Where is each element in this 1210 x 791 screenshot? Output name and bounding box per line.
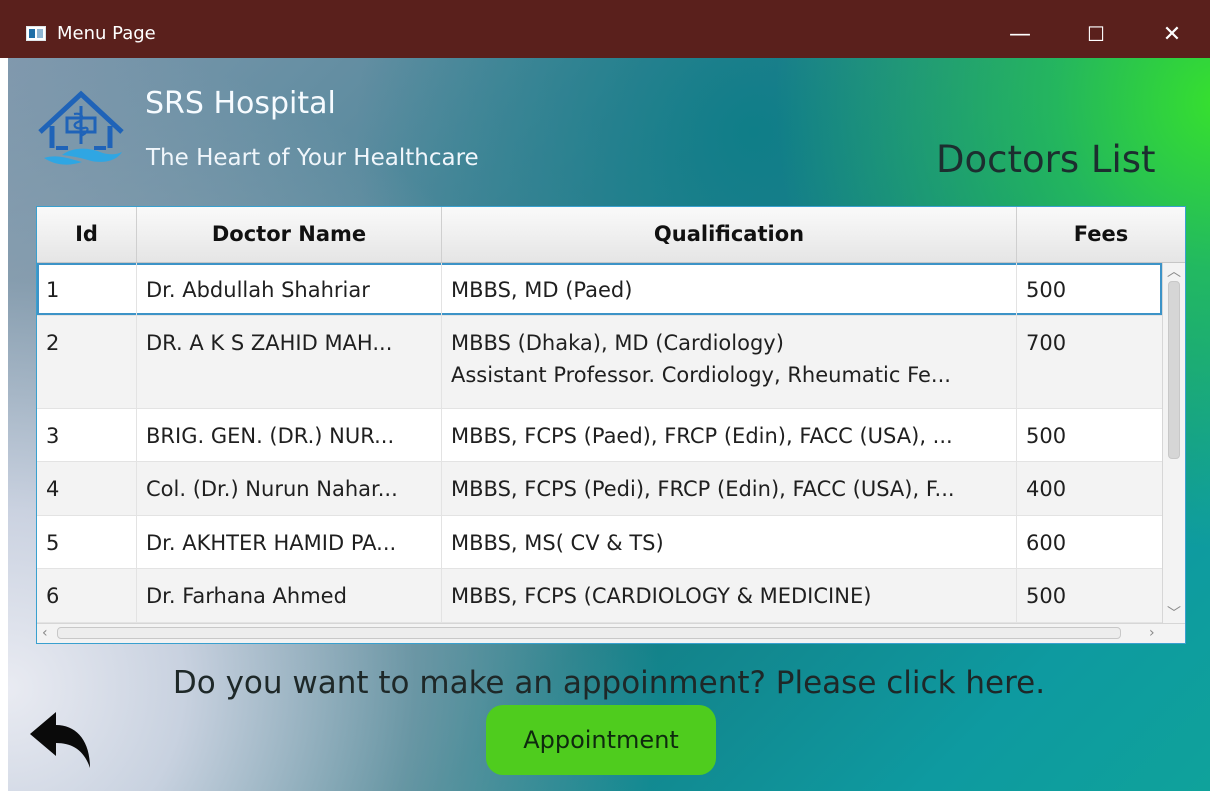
cell-id: 5 xyxy=(37,516,137,568)
cell-fees: 500 xyxy=(1026,584,1067,608)
scroll-down-icon[interactable]: ﹀ xyxy=(1163,607,1185,621)
cell-doctor-name: Dr. Abdullah Shahriar xyxy=(137,263,442,315)
table-row[interactable]: 4 Col. (Dr.) Nurun Nahar... MBBS, FCPS (… xyxy=(37,462,1162,516)
scroll-right-icon[interactable]: › xyxy=(1149,626,1155,640)
app-window: Menu Page — ☐ ✕ SRS Hospital The Heart o… xyxy=(0,0,1210,791)
minimize-icon: — xyxy=(1009,21,1031,47)
minimize-button[interactable]: — xyxy=(998,14,1042,54)
cell-fees: 400 xyxy=(1026,477,1067,501)
table-row[interactable]: 3 BRIG. GEN. (DR.) NUR... MBBS, FCPS (Pa… xyxy=(37,409,1162,462)
title-bar[interactable]: Menu Page — ☐ ✕ xyxy=(0,0,1210,58)
maximize-button[interactable]: ☐ xyxy=(1074,14,1118,54)
vertical-scrollbar[interactable]: ︿ ﹀ xyxy=(1162,263,1185,623)
cell-fees: 500 xyxy=(1026,424,1067,448)
cell-qualification: MBBS, MS( CV & TS) xyxy=(442,516,1017,568)
cell-qualification-line-1: MBBS (Dhaka), MD (Cardiology) xyxy=(451,331,784,355)
column-header-id[interactable]: Id xyxy=(37,207,137,262)
maximize-icon: ☐ xyxy=(1087,22,1105,46)
doctors-table[interactable]: Id Doctor Name Qualification Fees 1 Dr. … xyxy=(36,206,1186,644)
hospital-name: SRS Hospital xyxy=(145,86,336,121)
window-title: Menu Page xyxy=(57,23,156,44)
cell-qualification: MBBS, MD (Paed) xyxy=(442,263,1017,315)
table-row[interactable]: 1 Dr. Abdullah Shahriar MBBS, MD (Paed) … xyxy=(37,263,1162,316)
column-header-fees[interactable]: Fees xyxy=(1017,207,1185,262)
horizontal-scrollbar[interactable]: ‹ › xyxy=(37,623,1185,643)
cell-qualification: MBBS, FCPS (CARDIOLOGY & MEDICINE) xyxy=(442,569,1017,622)
back-arrow-icon[interactable] xyxy=(28,710,94,770)
app-window-icon xyxy=(26,26,46,41)
close-button[interactable]: ✕ xyxy=(1150,14,1194,54)
cell-doctor-name: DR. A K S ZAHID MAH... xyxy=(137,316,442,408)
column-header-qualification[interactable]: Qualification xyxy=(442,207,1017,262)
cell-id: 6 xyxy=(37,569,137,622)
cell-qualification: MBBS, FCPS (Pedi), FRCP (Edin), FACC (US… xyxy=(442,462,1017,515)
table-header: Id Doctor Name Qualification Fees xyxy=(37,207,1185,263)
cell-fees: 500 xyxy=(1026,278,1067,302)
table-row[interactable]: 5 Dr. AKHTER HAMID PA... MBBS, MS( CV & … xyxy=(37,516,1162,569)
vertical-scroll-thumb[interactable] xyxy=(1168,281,1180,459)
cell-fees: 600 xyxy=(1026,531,1067,555)
hospital-tagline: The Heart of Your Healthcare xyxy=(146,145,479,171)
appointment-prompt: Do you want to make an appoinment? Pleas… xyxy=(172,665,1046,701)
cell-doctor-name: Dr. Farhana Ahmed xyxy=(137,569,442,622)
cell-id: 1 xyxy=(37,263,137,315)
cell-qualification-line-2: Assistant Professor. Cordiology, Rheumat… xyxy=(451,363,951,387)
cell-doctor-name: Col. (Dr.) Nurun Nahar... xyxy=(137,462,442,515)
cell-doctor-name: BRIG. GEN. (DR.) NUR... xyxy=(137,409,442,461)
appointment-button[interactable]: Appointment xyxy=(486,705,716,775)
cell-qualification: MBBS (Dhaka), MD (Cardiology) Assistant … xyxy=(442,316,1017,408)
scroll-left-icon[interactable]: ‹ xyxy=(42,626,48,640)
table-row[interactable]: 2 DR. A K S ZAHID MAH... MBBS (Dhaka), M… xyxy=(37,316,1162,409)
page-title: Doctors List xyxy=(936,138,1156,181)
cell-fees: 700 xyxy=(1026,331,1067,355)
scroll-up-icon[interactable]: ︿ xyxy=(1163,265,1185,279)
cell-qualification: MBBS, FCPS (Paed), FRCP (Edin), FACC (US… xyxy=(442,409,1017,461)
cell-id: 3 xyxy=(37,409,137,461)
horizontal-scroll-thumb[interactable] xyxy=(57,627,1121,639)
close-icon: ✕ xyxy=(1162,21,1182,47)
cell-id: 4 xyxy=(37,462,137,515)
cell-doctor-name: Dr. AKHTER HAMID PA... xyxy=(137,516,442,568)
table-row[interactable]: 6 Dr. Farhana Ahmed MBBS, FCPS (CARDIOLO… xyxy=(37,569,1162,623)
cell-id: 2 xyxy=(37,316,137,408)
table-body: 1 Dr. Abdullah Shahriar MBBS, MD (Paed) … xyxy=(37,263,1162,623)
main-content: SRS Hospital The Heart of Your Healthcar… xyxy=(8,58,1210,791)
hospital-house-icon xyxy=(38,90,124,165)
column-header-doctor-name[interactable]: Doctor Name xyxy=(137,207,442,262)
